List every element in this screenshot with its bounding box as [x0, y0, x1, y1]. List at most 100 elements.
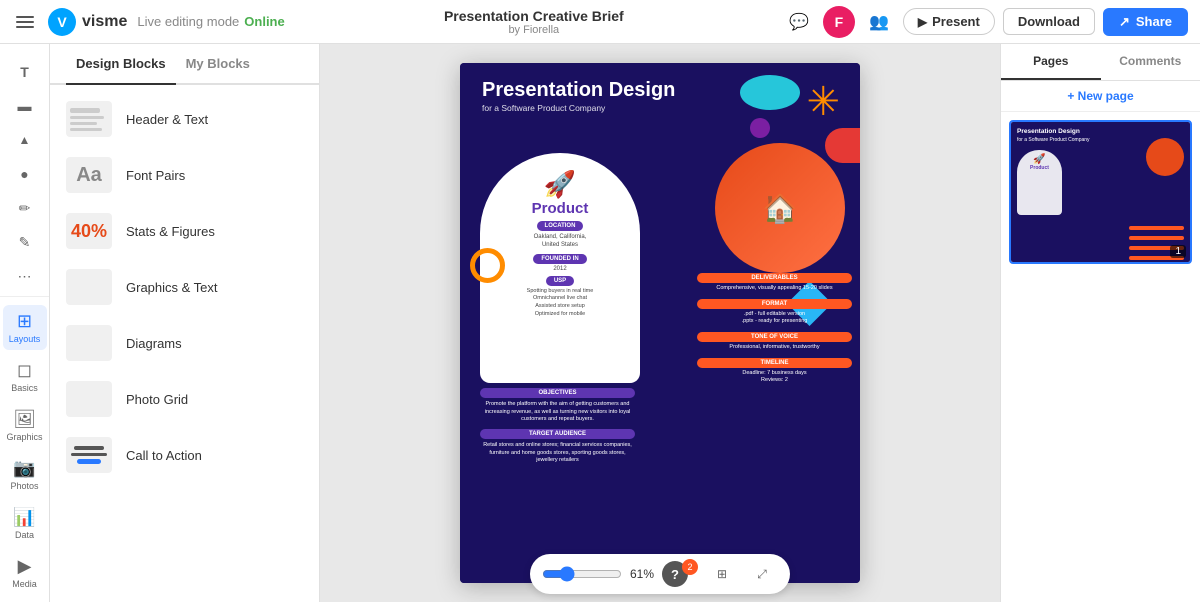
collaborators-button[interactable]: 👥 [863, 6, 895, 38]
font-pairs-label: Font Pairs [126, 168, 185, 183]
graphics-text-label: Graphics & Text [126, 280, 218, 295]
data-label: Data [15, 530, 34, 540]
header-text-label: Header & Text [126, 112, 208, 127]
format-value: .pdf - full editable version.pptx - read… [697, 311, 852, 326]
present-label: Present [932, 14, 980, 29]
triangle-tool-button[interactable]: ▲ [9, 124, 41, 156]
topbar: V visme Live editing mode Online Present… [0, 0, 1200, 44]
block-item-stats-figures[interactable]: 40% Stats & Figures [50, 203, 319, 259]
page-thumbnail-1[interactable]: Presentation Designfor a Software Produc… [1009, 120, 1192, 264]
circle-tool-button[interactable]: ● [9, 158, 41, 190]
logo-icon: V [48, 8, 76, 36]
deliverables-value: Comprehensive, visually appealing 15-20 … [697, 285, 852, 293]
orange-circle: 🏠 [715, 143, 845, 273]
document-subtitle: by Fiorella [508, 24, 559, 36]
rect-tool-button[interactable]: ▬ [9, 90, 41, 122]
pages-tabs: Pages Comments [1001, 44, 1200, 81]
photos-icon: 📷 [13, 458, 35, 479]
location-badge: LOCATION [537, 221, 584, 231]
red-semi-circle [825, 128, 860, 163]
comment-icon-button[interactable]: 💬 [783, 6, 815, 38]
format-badge: FORMAT [697, 299, 852, 309]
pages-panel: Pages Comments + New page Presentation D… [1000, 44, 1200, 602]
tab-design-blocks[interactable]: Design Blocks [66, 44, 176, 85]
page-thumb-inner: Presentation Designfor a Software Produc… [1011, 122, 1190, 262]
block-item-photo-grid[interactable]: Photo Grid [50, 371, 319, 427]
sidebar-item-graphics[interactable]: 🖼 Graphics [3, 403, 47, 448]
block-item-header-text[interactable]: Header & Text [50, 91, 319, 147]
thumb-orange-circle [1146, 138, 1184, 176]
rocket-emoji: 🚀 [544, 169, 576, 200]
present-button[interactable]: ▶ Present [903, 8, 995, 35]
design-blocks-list: Header & Text Aa Font Pairs 40% Stats & … [50, 85, 319, 602]
document-title: Presentation Creative Brief [444, 8, 624, 24]
help-area: ? 2 [662, 561, 698, 587]
objectives-section: OBJECTIVES Promote the platform with the… [480, 388, 635, 465]
timeline-value: Deadline: 7 business daysReviews: 2 [697, 370, 852, 385]
topbar-left: V visme Live editing mode Online [12, 8, 285, 36]
graphics-icon: 🖼 [13, 409, 36, 430]
layouts-icon: ⊞ [17, 311, 32, 332]
share-label: Share [1136, 14, 1172, 29]
panel-tabs: Design Blocks My Blocks [50, 44, 319, 85]
download-button[interactable]: Download [1003, 8, 1095, 35]
block-item-graphics-text[interactable]: Graphics & Text [50, 259, 319, 315]
sidebar-item-layouts[interactable]: ⊞ Layouts [3, 305, 47, 350]
block-item-font-pairs[interactable]: Aa Font Pairs [50, 147, 319, 203]
more-tools-button[interactable]: ⋯ [9, 260, 41, 292]
basics-icon: ◻ [17, 360, 32, 381]
teal-shape [740, 75, 800, 110]
diagrams-label: Diagrams [126, 336, 182, 351]
share-button[interactable]: ↗ Share [1103, 8, 1188, 36]
pen-tool-button[interactable]: ✏ [9, 192, 41, 224]
stats-figures-label: Stats & Figures [126, 224, 215, 239]
text-tool-button[interactable]: T [9, 56, 41, 88]
cta-label: Call to Action [126, 448, 202, 463]
edit-mode-label: Live editing mode [137, 14, 239, 29]
block-item-call-to-action[interactable]: Call to Action [50, 427, 319, 483]
header-text-icon [66, 101, 112, 137]
sidebar-item-photos[interactable]: 📷 Photos [3, 452, 47, 497]
tab-my-blocks[interactable]: My Blocks [176, 44, 260, 85]
layouts-label: Layouts [9, 334, 41, 344]
sidebar-item-data[interactable]: 📊 Data [3, 501, 47, 546]
sidebar-icons: T ▬ ▲ ● ✏ ✎ ⋯ ⊞ Layouts ◻ Basics 🖼 Graph… [0, 44, 50, 602]
new-page-button[interactable]: + New page [1001, 81, 1200, 112]
tab-pages[interactable]: Pages [1001, 44, 1101, 80]
grid-view-button[interactable]: ⊞ [706, 558, 738, 590]
data-icon: 📊 [13, 507, 35, 528]
block-item-diagrams[interactable]: Diagrams [50, 315, 319, 371]
edit-mode-status: Online [244, 14, 284, 29]
font-pairs-icon: Aa [66, 157, 112, 193]
hamburger-button[interactable] [12, 12, 38, 32]
star-shape: ✳ [806, 79, 840, 125]
avatar-button[interactable]: F [823, 6, 855, 38]
tone-value: Professional, informative, trustworthy [697, 344, 852, 352]
sidebar-item-media[interactable]: ▶ Media [3, 550, 47, 595]
canvas-wrapper: ✳ Presentation Design for a Software Pro… [460, 63, 860, 583]
zoom-bar: 61% ? 2 ⊞ ⤢ [530, 554, 790, 594]
logo: V visme [48, 8, 127, 36]
fit-view-button[interactable]: ⤢ [746, 558, 778, 590]
topbar-center: Presentation Creative Brief by Fiorella [293, 8, 775, 36]
thumb-title: Presentation Designfor a Software Produc… [1017, 128, 1090, 144]
media-label: Media [12, 579, 37, 589]
thumb-product: Product [1017, 165, 1062, 171]
topbar-right: 💬 F 👥 ▶ Present Download ↗ Share [783, 6, 1188, 38]
usp-value: Spotting buyers in real timeOmnichannel … [527, 288, 594, 319]
canvas-area[interactable]: ✳ Presentation Design for a Software Pro… [320, 44, 1000, 602]
pencil-tool-button[interactable]: ✎ [9, 226, 41, 258]
edit-mode-indicator: Live editing mode Online [137, 14, 284, 29]
tab-comments[interactable]: Comments [1101, 44, 1200, 80]
canvas-content: ✳ Presentation Design for a Software Pro… [460, 63, 860, 583]
zoom-value: 61% [630, 567, 654, 581]
zoom-slider[interactable] [542, 566, 622, 582]
logo-text: visme [82, 13, 127, 31]
diagrams-icon [66, 325, 112, 361]
target-badge: TARGET AUDIENCE [480, 429, 635, 439]
sidebar-item-basics[interactable]: ◻ Basics [3, 354, 47, 399]
design-panel: Design Blocks My Blocks Header & Text [50, 44, 320, 602]
founded-value: 2012 [553, 266, 566, 272]
share-icon: ↗ [1119, 14, 1130, 30]
timeline-badge: TIMELINE [697, 358, 852, 368]
